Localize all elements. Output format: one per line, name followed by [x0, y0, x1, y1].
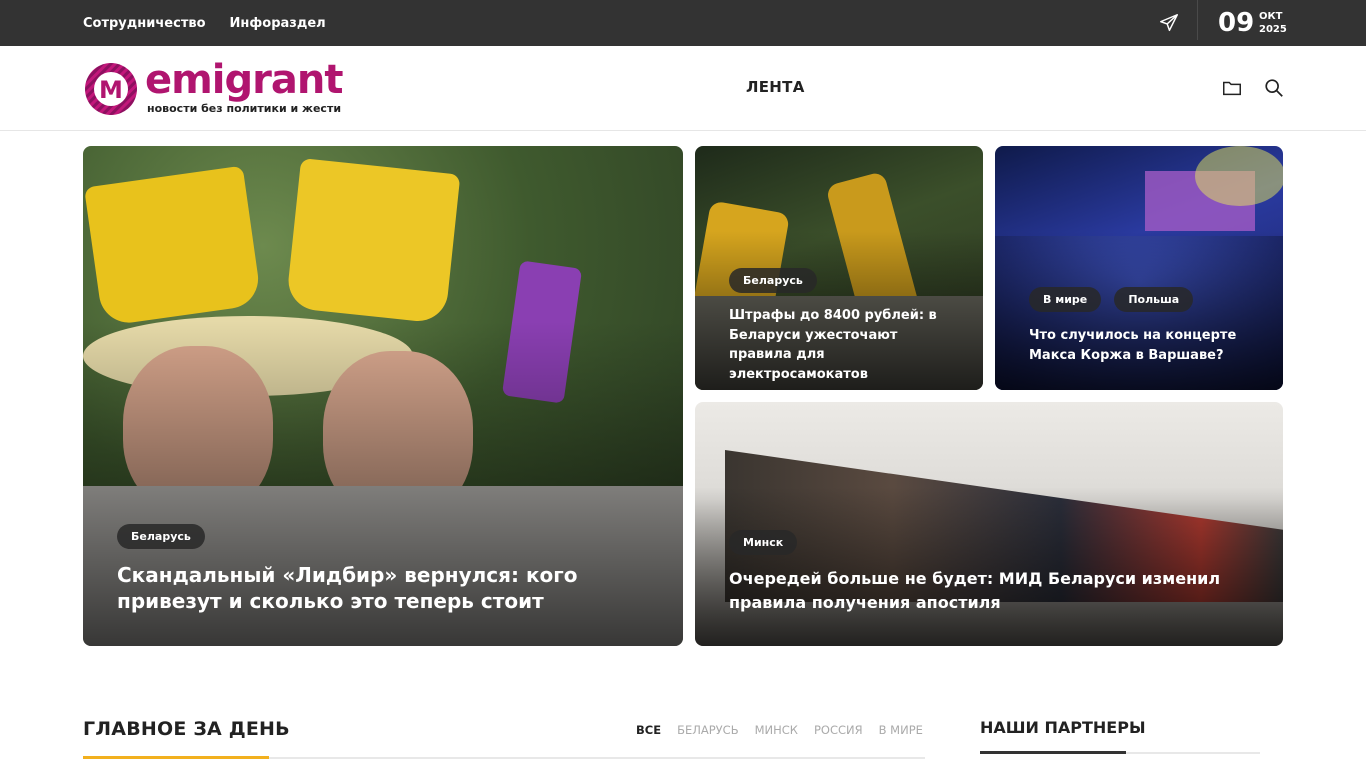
- date-year: 2025: [1259, 24, 1287, 35]
- date-month-year: ОКТ 2025: [1259, 10, 1287, 36]
- tag-poland[interactable]: Польша: [1114, 287, 1194, 312]
- date-month: ОКТ: [1259, 11, 1283, 22]
- telegram-send-icon[interactable]: [1158, 12, 1180, 34]
- featured-card-apostille[interactable]: Минск Очередей больше не будет: МИД Бела…: [695, 402, 1283, 646]
- concert-card-title[interactable]: Что случилось на концерте Макса Коржа в …: [1029, 326, 1259, 365]
- top-bar: Сотрудничество Инфораздел 09 ОКТ 2025: [0, 0, 1366, 46]
- folder-icon[interactable]: [1221, 77, 1243, 99]
- tag-belarus[interactable]: Беларусь: [729, 268, 817, 293]
- scooters-card-title[interactable]: Штрафы до 8400 рублей: в Беларуси ужесто…: [729, 306, 959, 384]
- tag-world[interactable]: В мире: [1029, 287, 1102, 312]
- filter-belarus[interactable]: БЕЛАРУСЬ: [677, 723, 739, 737]
- featured-card-concert[interactable]: В мире Польша Что случилось на концерте …: [995, 146, 1283, 390]
- filter-world[interactable]: В МИРЕ: [879, 723, 923, 737]
- apostille-card-title[interactable]: Очередей больше не будет: МИД Беларуси и…: [729, 567, 1229, 615]
- link-info-section[interactable]: Инфораздел: [230, 16, 326, 31]
- logo-text: emigrant: [145, 57, 343, 103]
- tag-belarus[interactable]: Беларусь: [117, 524, 205, 549]
- top-bar-divider: [1197, 0, 1198, 40]
- logo-mark-icon: M: [85, 63, 137, 115]
- apostille-card-tags: Минск: [729, 530, 805, 555]
- section-underline-accent: [83, 756, 269, 759]
- featured-card-scooters[interactable]: Беларусь Штрафы до 8400 рублей: в Белару…: [695, 146, 983, 390]
- nav-feed[interactable]: ЛЕНТА: [746, 78, 805, 96]
- concert-card-tags: В мире Польша: [1029, 287, 1201, 312]
- main-card-title[interactable]: Скандальный «Лидбир» вернулся: кого прив…: [117, 562, 657, 614]
- main-card-tags: Беларусь: [117, 524, 213, 549]
- logo-mark-letter: M: [99, 76, 123, 104]
- category-filters: ВСЕ БЕЛАРУСЬ МИНСК РОССИЯ В МИРЕ: [636, 723, 923, 737]
- filter-minsk[interactable]: МИНСК: [755, 723, 798, 737]
- top-links: Сотрудничество Инфораздел: [83, 0, 326, 46]
- section-title-main-of-day: ГЛАВНОЕ ЗА ДЕНЬ: [83, 718, 290, 740]
- logo-tagline: новости без политики и жести: [147, 102, 342, 115]
- partners-title: НАШИ ПАРТНЕРЫ: [980, 718, 1146, 737]
- link-cooperation[interactable]: Сотрудничество: [83, 16, 206, 31]
- tag-minsk[interactable]: Минск: [729, 530, 798, 555]
- site-logo[interactable]: M emigrant новости без политики и жести: [83, 57, 343, 118]
- filter-all[interactable]: ВСЕ: [636, 723, 661, 737]
- date-day: 09: [1218, 8, 1255, 38]
- partners-underline-accent: [980, 751, 1126, 754]
- site-header: M emigrant новости без политики и жести …: [0, 46, 1366, 131]
- search-icon[interactable]: [1263, 77, 1285, 99]
- featured-main-card[interactable]: Беларусь Скандальный «Лидбир» вернулся: …: [83, 146, 683, 646]
- scooters-card-tags: Беларусь: [729, 268, 825, 293]
- filter-russia[interactable]: РОССИЯ: [814, 723, 863, 737]
